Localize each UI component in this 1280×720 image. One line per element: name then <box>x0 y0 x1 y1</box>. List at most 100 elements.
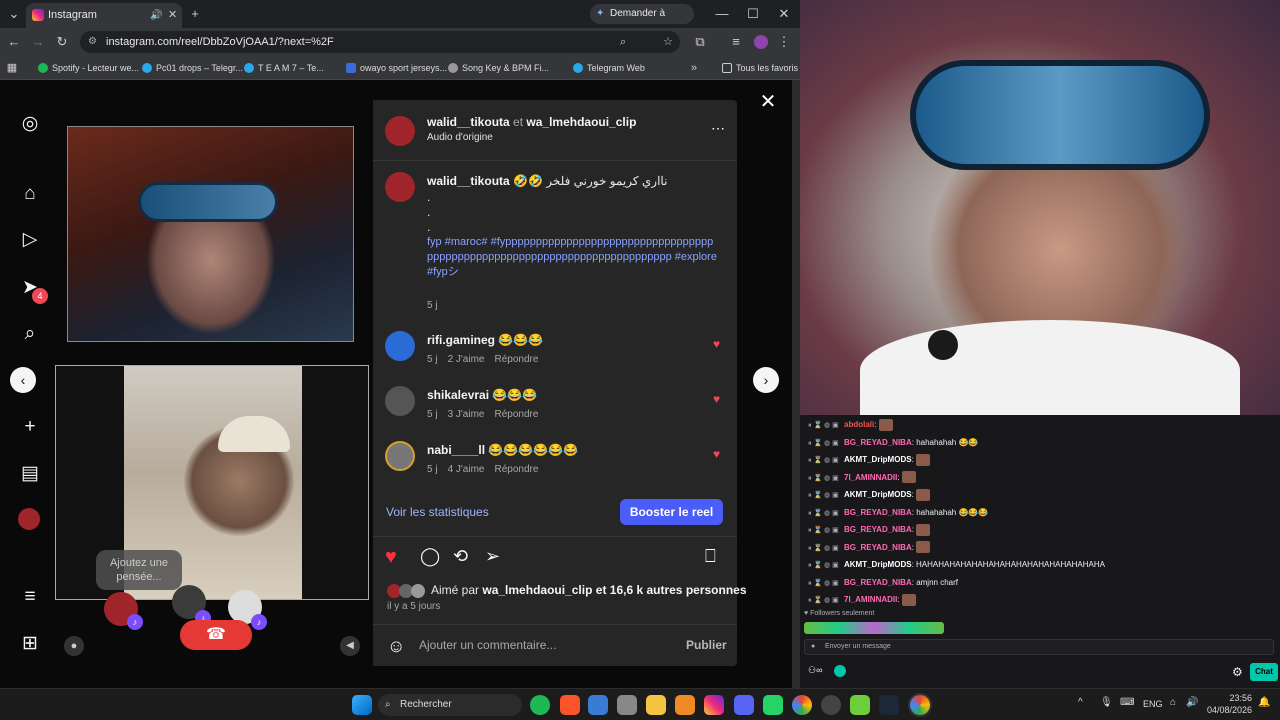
steam-app-icon[interactable] <box>879 695 899 715</box>
next-reel-button[interactable]: › <box>753 367 779 393</box>
reply-button[interactable]: Répondre <box>495 409 539 420</box>
stats-icon[interactable]: ▤ <box>18 462 42 486</box>
chat-username[interactable]: AKMT_DripMODS <box>844 455 912 464</box>
liked-by-avatars[interactable] <box>387 584 427 598</box>
bookmark-owayo[interactable]: owayo sport jerseys... <box>346 60 447 76</box>
author-avatar[interactable] <box>385 116 415 146</box>
chat-settings-gear-icon[interactable]: ⚙ <box>1232 665 1243 679</box>
repost-icon[interactable]: ⟲ <box>453 546 468 567</box>
caption-hashtags[interactable]: fyp #maroc# #fyppppppppppppppppppppppppp… <box>427 235 717 280</box>
comment-like-heart-icon[interactable]: ♥ <box>713 393 725 405</box>
network-icon[interactable]: ⌂ <box>1170 697 1176 708</box>
audio-label[interactable]: Audio d'origine <box>427 132 493 143</box>
create-icon[interactable]: + <box>18 415 42 439</box>
comment-username[interactable]: shikalevrai <box>427 388 489 402</box>
close-modal-icon[interactable]: ✕ <box>758 92 778 112</box>
chat-username[interactable]: 7l_AMINNADII <box>844 595 897 604</box>
brave-app-icon[interactable] <box>560 695 580 715</box>
whatsapp-app-icon[interactable] <box>763 695 783 715</box>
instagram-logo-icon[interactable]: ◎ <box>18 112 42 136</box>
shield-app-icon[interactable] <box>588 695 608 715</box>
chat-send-button[interactable]: Chat <box>1250 663 1278 681</box>
discord-app-icon[interactable] <box>734 695 754 715</box>
menu-icon[interactable]: ⋮ <box>774 32 794 52</box>
language-indicator[interactable]: ENG <box>1143 699 1163 709</box>
comment-username[interactable]: rifi.gamineg <box>427 333 495 347</box>
zoom-icon[interactable]: ⌕ <box>620 31 626 53</box>
bookmark-songkey[interactable]: Song Key & BPM Fi... <box>448 60 549 76</box>
boost-reel-button[interactable]: Booster le reel <box>620 499 723 525</box>
chat-username[interactable]: 7l_AMINNADII <box>844 473 897 482</box>
tab-list-icon[interactable]: ⌄ <box>4 4 24 24</box>
comment-avatar[interactable] <box>385 386 415 416</box>
start-windows-icon[interactable] <box>352 695 372 715</box>
notification-bell-icon[interactable]: 🔔 <box>1258 697 1270 708</box>
view-statistics-link[interactable]: Voir les statistiques <box>386 505 489 519</box>
save-bookmark-icon[interactable]: ⎕ <box>705 546 716 567</box>
caption-avatar[interactable] <box>385 172 415 202</box>
tab-audio-icon[interactable]: 🔊 <box>150 3 162 28</box>
more-options-icon[interactable]: ⋯ <box>711 120 725 137</box>
reply-button[interactable]: Répondre <box>495 464 539 475</box>
comment-likes[interactable]: 3 J'aime <box>448 409 485 420</box>
new-tab-icon[interactable]: + <box>185 4 205 24</box>
emote-strip[interactable] <box>804 622 944 634</box>
chat-username[interactable]: AKMT_DripMODS <box>844 560 912 569</box>
emoji-picker-icon[interactable]: ☺ <box>387 636 405 657</box>
chat-username[interactable]: abdolali <box>844 420 874 429</box>
keyboard-tray-icon[interactable]: ⌨ <box>1120 697 1134 708</box>
reply-button[interactable]: Répondre <box>495 354 539 365</box>
more-bookmarks-icon[interactable]: » <box>684 58 704 78</box>
comment-avatar[interactable] <box>385 331 415 361</box>
store-app-icon[interactable] <box>617 695 637 715</box>
chrome-app-icon[interactable] <box>792 695 812 715</box>
chat-message-input[interactable]: ● Envoyer un message <box>804 639 1274 655</box>
comment-likes[interactable]: 4 J'aime <box>448 464 485 475</box>
hang-up-button[interactable]: ☎ <box>180 620 252 650</box>
liked-by-others[interactable]: et 16,6 k autres personnes <box>596 583 747 597</box>
browser-tab[interactable]: Instagram 🔊 ✕ <box>26 3 182 28</box>
obs-app-icon[interactable] <box>821 695 841 715</box>
apps-icon[interactable]: ⊞ <box>18 632 42 656</box>
video-call-tile-streamer[interactable] <box>67 126 354 342</box>
profile-avatar[interactable] <box>18 508 40 530</box>
user-icon[interactable]: ● <box>64 636 84 656</box>
share-icon[interactable]: ➢ <box>485 546 500 567</box>
comment-input[interactable]: Ajouter un commentaire... <box>419 638 556 652</box>
bookmark-star-icon[interactable]: ☆ <box>663 31 673 53</box>
apps-grid-icon[interactable]: ▦ <box>2 58 22 78</box>
vlc-app-icon[interactable] <box>675 695 695 715</box>
spotify-app-icon[interactable] <box>530 695 550 715</box>
previous-reel-button[interactable]: ‹ <box>10 367 36 393</box>
site-info-icon[interactable]: ⚙ <box>88 31 97 53</box>
back-icon[interactable]: ← <box>4 32 24 52</box>
chrome-active-app-icon[interactable] <box>910 695 930 715</box>
volume-icon[interactable]: ◀ <box>340 636 360 656</box>
launcher-app-icon[interactable] <box>850 695 870 715</box>
add-thought-bubble[interactable]: Ajoutez une pensée... <box>96 550 182 590</box>
liked-by-user[interactable]: wa_lmehdaoui_clip <box>482 583 592 597</box>
taskbar-search[interactable]: ⌕ Rechercher <box>378 694 522 716</box>
extensions-icon[interactable]: ⧉ <box>690 32 710 52</box>
comment-like-heart-icon[interactable]: ♥ <box>713 338 725 350</box>
all-bookmarks[interactable]: Tous les favoris <box>722 60 798 76</box>
maximize-icon[interactable]: ☐ <box>743 4 763 24</box>
bits-icon[interactable] <box>834 665 846 677</box>
comment-likes[interactable]: 2 J'aime <box>448 354 485 365</box>
chat-username[interactable]: AKMT_DripMODS <box>844 490 912 499</box>
comment-like-heart-icon[interactable]: ♥ <box>713 448 725 460</box>
channel-points-icon[interactable]: ⚇∞ <box>808 665 822 676</box>
chat-username[interactable]: BG_REYAD_NIBA <box>844 543 912 552</box>
publish-button[interactable]: Publier <box>686 638 727 652</box>
bookmark-telegram-web[interactable]: Telegram Web <box>573 60 645 76</box>
author-b-link[interactable]: wa_lmehdaoui_clip <box>526 115 636 129</box>
file-explorer-icon[interactable] <box>646 695 666 715</box>
comment-icon[interactable]: ◯ <box>420 546 440 567</box>
tab-close-icon[interactable]: ✕ <box>168 3 177 28</box>
comment-avatar[interactable] <box>385 441 415 471</box>
reels-icon[interactable]: ▷ <box>18 228 42 252</box>
bookmark-spotify[interactable]: Spotify - Lecteur we... <box>38 60 139 76</box>
chat-username[interactable]: BG_REYAD_NIBA <box>844 508 912 517</box>
search-icon[interactable]: ⌕ <box>18 322 42 346</box>
clock[interactable]: 23:56 04/08/2026 <box>1206 692 1252 716</box>
